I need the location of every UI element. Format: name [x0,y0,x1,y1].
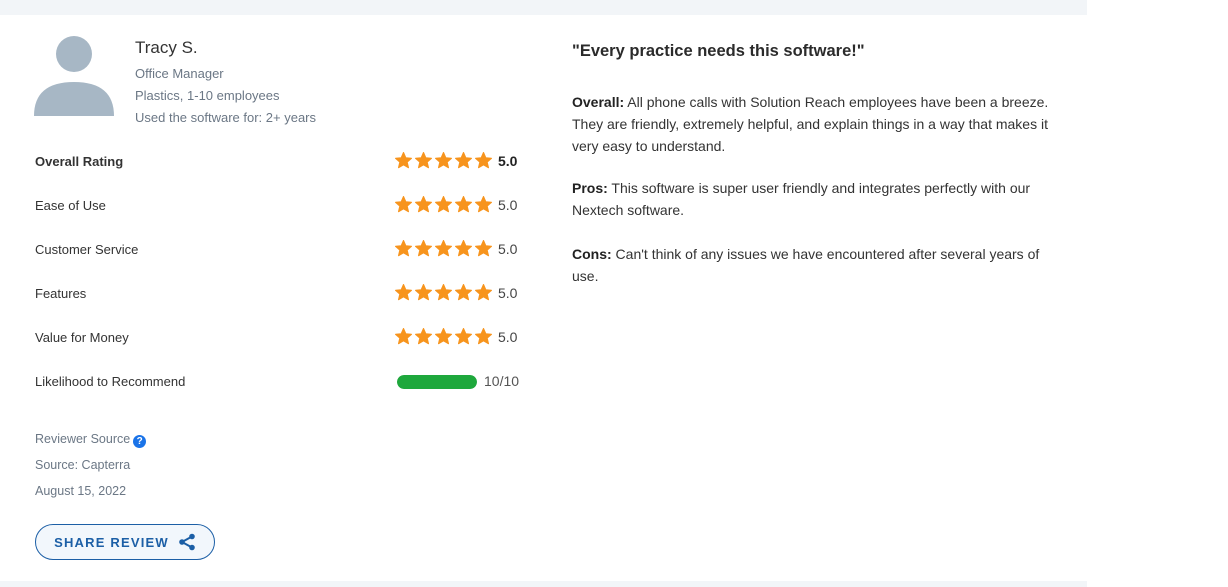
recommend-value: 10/10 [484,373,520,389]
star-icon [434,195,453,213]
star-icon [394,327,413,345]
review-title: "Every practice needs this software!" [572,42,865,60]
star-icon [474,327,493,345]
star-rating [394,195,493,215]
reviewer-source-label: Reviewer Source [35,432,131,446]
overall-text: All phone calls with Solution Reach empl… [572,94,1049,154]
rating-row-ease-of-use: Ease of Use 5.0 [35,195,525,217]
recommend-progress-bar [397,375,477,389]
star-icon [474,151,493,169]
rating-row-recommend: Likelihood to Recommend 10/10 [35,371,525,393]
star-icon [474,283,493,301]
review-cons: Cons: Can't think of any issues we have … [572,243,1052,287]
star-rating [394,239,493,259]
recommend-progress-fill [397,375,477,389]
rating-label: Customer Service [35,242,139,257]
star-icon [454,195,473,213]
rating-value: 5.0 [498,285,518,301]
star-icon [414,283,433,301]
rating-label: Features [35,286,87,301]
star-icon [394,283,413,301]
info-icon[interactable]: ? [133,435,147,448]
rating-label: Likelihood to Recommend [35,374,186,389]
star-icon [454,239,473,257]
cons-label: Cons: [572,246,612,262]
review-source: Source: Capterra [35,458,131,472]
star-icon [414,151,433,169]
rating-value: 5.0 [498,329,518,345]
user-avatar-icon [34,36,114,116]
rating-row-features: Features 5.0 [35,283,525,305]
rating-value: 5.0 [498,153,518,169]
star-rating [394,151,493,171]
rating-value: 5.0 [498,197,518,213]
star-icon [434,239,453,257]
share-icon [179,533,195,551]
rating-row-overall: Overall Rating 5.0 [35,151,525,173]
star-icon [434,283,453,301]
rating-row-value-for-money: Value for Money 5.0 [35,327,525,349]
reviewer-usage: Used the software for: 2+ years [135,110,317,125]
review-date: August 15, 2022 [35,484,127,498]
rating-label: Ease of Use [35,198,106,213]
review-pros: Pros: This software is super user friend… [572,177,1052,221]
bottom-divider [0,581,1087,587]
rating-row-customer-service: Customer Service 5.0 [35,239,525,261]
star-icon [454,327,473,345]
pros-text: This software is super user friendly and… [572,180,1031,218]
star-icon [434,327,453,345]
star-icon [414,327,433,345]
star-icon [394,239,413,257]
star-icon [414,239,433,257]
star-icon [434,151,453,169]
top-divider [0,0,1087,15]
overall-label: Overall: [572,94,625,110]
star-rating [394,283,493,303]
review-overall: Overall: All phone calls with Solution R… [572,91,1052,157]
pros-label: Pros: [572,180,608,196]
star-icon [454,283,473,301]
star-icon [414,195,433,213]
cons-text: Can't think of any issues we have encoun… [572,246,1040,284]
share-review-label: SHARE REVIEW [54,534,169,550]
star-icon [394,195,413,213]
reviewer-source: Reviewer Source? [35,432,147,448]
star-icon [474,239,493,257]
share-review-button[interactable]: SHARE REVIEW [35,524,215,560]
star-icon [474,195,493,213]
star-icon [394,151,413,169]
rating-label: Overall Rating [35,154,124,169]
star-rating [394,327,493,347]
reviewer-job-title: Office Manager [135,66,224,81]
star-icon [454,151,473,169]
reviewer-company: Plastics, 1-10 employees [135,88,280,103]
rating-label: Value for Money [35,330,129,345]
reviewer-name: Tracy S. [135,38,198,57]
rating-value: 5.0 [498,241,518,257]
